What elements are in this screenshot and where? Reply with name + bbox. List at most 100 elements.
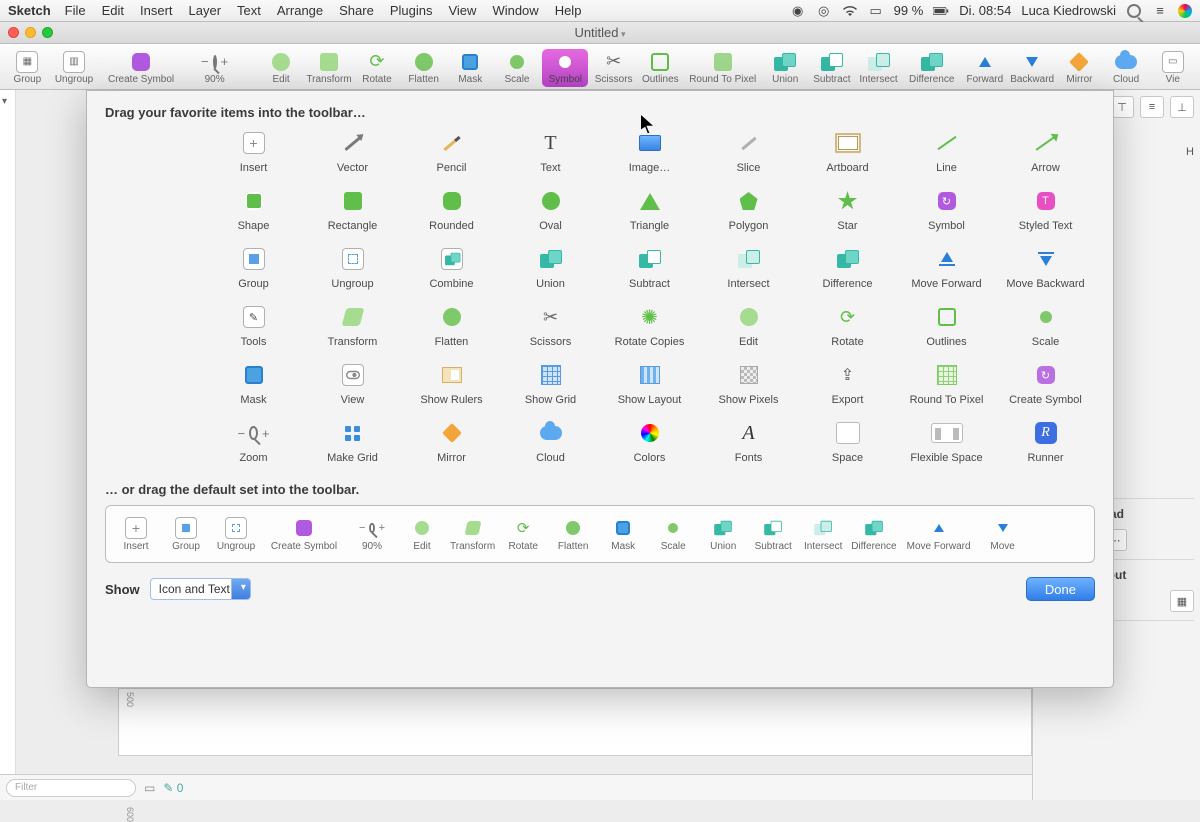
menu-share[interactable]: Share [339,3,374,18]
item-scissors[interactable]: ✂Scissors [501,304,600,348]
item-colors[interactable]: Colors [600,420,699,464]
item-oval[interactable]: Oval [501,188,600,232]
ds-zoom[interactable]: − +90% [350,517,394,552]
item-subtract[interactable]: Subtract [600,246,699,290]
menu-layer[interactable]: Layer [189,3,222,18]
ds-mask[interactable]: Mask [601,517,645,552]
default-toolbar-set[interactable]: +Insert Group Ungroup Create Symbol − +9… [105,505,1095,563]
app-name[interactable]: Sketch [8,3,51,18]
ds-move-forward[interactable]: Move Forward [903,517,975,552]
done-button[interactable]: Done [1026,577,1095,601]
ds-group[interactable]: Group [164,517,208,552]
item-flexible-space[interactable]: Flexible Space [897,420,996,464]
item-symbol[interactable]: ↻Symbol [897,188,996,232]
item-vector[interactable]: Vector [303,130,402,174]
tb-intersect[interactable]: Intersect [857,51,900,85]
ds-scale[interactable]: Scale [651,517,695,552]
item-show-pixels[interactable]: Show Pixels [699,362,798,406]
item-text[interactable]: TText [501,130,600,174]
menu-edit[interactable]: Edit [102,3,124,18]
item-polygon[interactable]: Polygon [699,188,798,232]
user-name[interactable]: Luca Kiedrowski [1021,3,1116,18]
ds-ungroup[interactable]: Ungroup [214,517,258,552]
tb-union[interactable]: Union [764,51,807,85]
tb-create-symbol[interactable]: Create Symbol [99,51,182,85]
item-move-backward[interactable]: Move Backward [996,246,1095,290]
ds-create-symbol[interactable]: Create Symbol [264,517,344,552]
battery-icon[interactable] [933,3,949,19]
item-zoom[interactable]: − +Zoom [204,420,303,464]
ds-union[interactable]: Union [701,517,745,552]
ds-move[interactable]: Move [981,517,1025,552]
ds-flatten[interactable]: Flatten [551,517,595,552]
close-window-button[interactable] [8,27,19,38]
item-flatten[interactable]: Flatten [402,304,501,348]
tb-round-to-pixel[interactable]: Round To Pixel [686,51,760,85]
maximize-window-button[interactable] [42,27,53,38]
item-scale[interactable]: Scale [996,304,1095,348]
tb-subtract[interactable]: Subtract [811,51,854,85]
tb-forward[interactable]: Forward [964,51,1007,85]
item-runner[interactable]: RRunner [996,420,1095,464]
ds-intersect[interactable]: Intersect [801,517,845,552]
item-export[interactable]: ⇪Export [798,362,897,406]
record-icon[interactable]: ◉ [790,3,806,19]
item-round-to-pixel[interactable]: Round To Pixel [897,362,996,406]
clock[interactable]: Di. 08:54 [959,3,1011,18]
tb-flatten[interactable]: Flatten [402,51,445,85]
tb-difference[interactable]: Difference [904,51,960,85]
tb-mask[interactable]: Mask [449,51,492,85]
menu-arrange[interactable]: Arrange [277,3,323,18]
ds-edit[interactable]: Edit [400,517,444,552]
item-move-forward[interactable]: Move Forward [897,246,996,290]
tb-view-cut[interactable]: ▭Vie [1151,51,1194,85]
item-show-grid[interactable]: Show Grid [501,362,600,406]
item-shape[interactable]: Shape [204,188,303,232]
item-make-grid[interactable]: Make Grid [303,420,402,464]
menu-view[interactable]: View [448,3,476,18]
tb-backward[interactable]: Backward [1010,51,1054,85]
item-mirror[interactable]: Mirror [402,420,501,464]
tb-cloud[interactable]: Cloud [1105,51,1148,85]
item-combine[interactable]: Combine [402,246,501,290]
ds-transform[interactable]: Transform [450,517,495,552]
item-create-symbol[interactable]: ↻Create Symbol [996,362,1095,406]
tb-scale[interactable]: Scale [496,51,539,85]
item-cloud[interactable]: Cloud [501,420,600,464]
tb-group[interactable]: ▦Group [6,51,49,85]
item-group[interactable]: Group [204,246,303,290]
item-slice[interactable]: Slice [699,130,798,174]
item-transform[interactable]: Transform [303,304,402,348]
item-difference[interactable]: Difference [798,246,897,290]
item-intersect[interactable]: Intersect [699,246,798,290]
show-mode-select[interactable]: Icon and Text [150,578,251,600]
ds-insert[interactable]: +Insert [114,517,158,552]
tb-ungroup[interactable]: ▥Ungroup [53,51,96,85]
item-outlines[interactable]: Outlines [897,304,996,348]
item-rotate-copies[interactable]: ✺Rotate Copies [600,304,699,348]
align-bottom-icon[interactable]: ⊥ [1170,96,1194,118]
tb-scissors[interactable]: ✂Scissors [592,51,635,85]
tb-symbol[interactable]: Symbol [542,49,588,87]
ds-rotate[interactable]: ⟳Rotate [501,517,545,552]
menu-extras-icon[interactable]: ≡ [1152,3,1168,19]
item-tools[interactable]: ✎Tools [204,304,303,348]
item-rounded[interactable]: Rounded [402,188,501,232]
item-arrow[interactable]: Arrow [996,130,1095,174]
item-rectangle[interactable]: Rectangle [303,188,402,232]
tb-rotate[interactable]: ⟳Rotate [356,51,399,85]
item-rotate[interactable]: ⟳Rotate [798,304,897,348]
filter-input[interactable]: Filter [6,779,136,797]
tb-mirror[interactable]: Mirror [1058,51,1101,85]
item-show-rulers[interactable]: Show Rulers [402,362,501,406]
wifi-icon[interactable] [842,3,858,19]
item-space[interactable]: Space [798,420,897,464]
pages-chevron-icon[interactable]: ▾ [2,96,7,107]
menu-plugins[interactable]: Plugins [390,3,433,18]
tb-edit[interactable]: Edit [260,51,303,85]
minimize-window-button[interactable] [25,27,36,38]
item-styled-text[interactable]: TStyled Text [996,188,1095,232]
item-fonts[interactable]: AFonts [699,420,798,464]
canvas[interactable] [118,688,1032,756]
spotlight-icon[interactable] [1126,3,1142,19]
